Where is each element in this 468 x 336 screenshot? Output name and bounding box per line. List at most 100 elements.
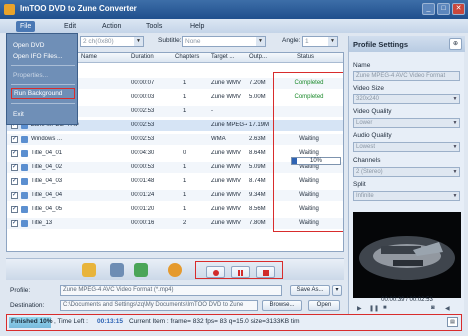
cell-target: Zune WMV	[211, 94, 242, 100]
pause-button[interactable]	[231, 266, 250, 278]
profile-dropdown-button[interactable]: ▾	[332, 285, 342, 296]
snapshot-icon[interactable]: ◙	[431, 305, 435, 311]
row-checkbox[interactable]: ✓	[11, 164, 18, 171]
volume-icon[interactable]: ◀	[445, 305, 450, 312]
save-as-button[interactable]: Save As...	[290, 285, 330, 296]
stop-preview-icon[interactable]: ■	[383, 305, 387, 311]
col-target[interactable]: Target ...	[211, 54, 234, 60]
cell-target: -	[211, 108, 213, 114]
split-select[interactable]: Infinite ▼	[353, 191, 460, 201]
cell-target: Zune WMV	[211, 178, 242, 184]
clip-icon[interactable]	[168, 263, 182, 277]
cell-target: WMA	[211, 136, 226, 142]
video-quality-select[interactable]: Lower ▼	[353, 118, 460, 128]
angle-select[interactable]: 1 ▼	[302, 36, 338, 47]
preview-controls: ▶ ❚❚ ■ ◙ ◀	[353, 305, 461, 314]
channels-select[interactable]: 2 (Stereo) ▼	[353, 167, 460, 177]
row-checkbox[interactable]: ✓	[11, 150, 18, 157]
col-name[interactable]: Name	[81, 54, 97, 60]
col-duration[interactable]: Duration	[131, 54, 154, 60]
col-status[interactable]: Status	[297, 54, 314, 60]
cell-name: Title_04_01	[31, 150, 63, 156]
menu-open-dvd[interactable]: Open DVD	[11, 40, 75, 51]
row-checkbox[interactable]: ✓	[11, 178, 18, 185]
subtitle-value: None	[185, 38, 201, 45]
menu-run-background[interactable]: Run Background	[11, 88, 75, 99]
profile-settings-panel: Profile Settings ⊕ Name Zune MPEG-4 AVC …	[348, 36, 465, 314]
menu-separator	[11, 84, 75, 85]
cell-chapters: 1	[183, 164, 187, 170]
cell-chapters: 2	[183, 220, 187, 226]
file-icon	[21, 136, 28, 143]
open-folder-button[interactable]: Open	[308, 300, 340, 311]
video-size-value: 320x240	[356, 96, 380, 102]
cell-duration: 00:02:53	[131, 108, 155, 114]
angle-value: 1	[305, 38, 309, 45]
row-checkbox[interactable]: ✓	[11, 192, 18, 199]
destination-field[interactable]: C:\Documents and Settings\zq\My Document…	[60, 300, 258, 311]
file-icon	[21, 164, 28, 171]
cell-chapters: 0	[183, 150, 187, 156]
title-bar: ImTOO DVD to Zune Converter _ □ ✕	[0, 0, 468, 19]
add-profile-icon[interactable]	[134, 263, 148, 277]
audio-quality-select[interactable]: Lowest ▼	[353, 142, 460, 152]
cell-output: 5.09M	[249, 164, 266, 170]
cell-name: Title_13	[31, 220, 53, 226]
current-item-info: Current Item : frame= 832 fps= 83 q=15.0…	[129, 318, 300, 325]
menu-open-ifo[interactable]: Open IFO Files...	[11, 51, 75, 62]
add-folder-icon[interactable]	[82, 263, 96, 277]
close-button[interactable]: ✕	[452, 3, 465, 15]
profile-row: Profile: Zune MPEG-4 AVC Video Format (*…	[6, 284, 344, 297]
menu-bar: File Edit Action Tools Help	[0, 19, 468, 33]
menu-exit[interactable]: Exit	[11, 109, 75, 120]
menu-tools[interactable]: Tools	[142, 21, 166, 32]
expand-icon[interactable]: ⊕	[449, 38, 462, 50]
cell-duration: 00:04:30	[131, 150, 155, 156]
play-icon[interactable]: ▶	[357, 305, 362, 312]
cell-name: Title_04_03	[31, 178, 63, 184]
audio-track-select[interactable]: 2 ch(0x80) ▼	[80, 36, 144, 47]
row-checkbox[interactable]: ✓	[11, 136, 18, 143]
record-icon	[213, 270, 219, 276]
cell-chapters: 1	[183, 80, 187, 86]
video-size-select[interactable]: 320x240 ▼	[353, 94, 460, 104]
cell-target: Zune WMV	[211, 150, 242, 156]
file-icon	[21, 206, 28, 213]
start-button[interactable]	[206, 266, 225, 278]
stop-button[interactable]	[256, 266, 275, 278]
profile-select[interactable]: Zune MPEG-4 AVC Video Format (*.mp4)	[60, 285, 282, 296]
menu-file[interactable]: File	[16, 21, 36, 32]
browse-button[interactable]: Browse...	[262, 300, 302, 311]
cell-duration: 00:00:53	[131, 164, 155, 170]
menu-help[interactable]: Help	[186, 21, 208, 32]
video-quality-label: Video Quality	[353, 108, 392, 115]
status-highlight	[273, 72, 343, 232]
status-bar: Finished 10% , Time Left : 00:13:15 Curr…	[6, 314, 462, 331]
log-icon[interactable]: ▤	[447, 317, 458, 327]
minimize-button[interactable]: _	[422, 3, 435, 15]
col-output[interactable]: Outp...	[249, 54, 267, 60]
row-checkbox[interactable]: ✓	[11, 220, 18, 227]
cell-chapters: 1	[183, 108, 187, 114]
menu-edit[interactable]: Edit	[60, 21, 80, 32]
video-size-label: Video Size	[353, 85, 384, 92]
destination-label: Destination:	[10, 302, 45, 309]
audio-quality-value: Lowest	[356, 144, 376, 150]
time-left-label: , Time Left :	[54, 318, 88, 325]
cell-output: 7.20M	[249, 80, 266, 86]
settings-icon[interactable]	[110, 263, 124, 277]
cell-output: 17.19M	[249, 122, 270, 128]
profile-label: Profile:	[10, 287, 31, 294]
maximize-button[interactable]: □	[437, 3, 450, 15]
cell-duration: 00:01:48	[131, 178, 155, 184]
cell-name: Windows ...	[31, 136, 63, 142]
subtitle-select[interactable]: None ▼	[182, 36, 266, 47]
row-checkbox[interactable]: ✓	[11, 206, 18, 213]
name-field[interactable]: Zune MPEG-4 AVC Video Format	[353, 71, 460, 81]
pause-preview-icon[interactable]: ❚❚	[369, 305, 379, 312]
menu-action[interactable]: Action	[98, 21, 125, 32]
col-chapters[interactable]: Chapters	[175, 54, 199, 60]
menu-properties[interactable]: Properties...	[11, 70, 75, 81]
finished-percent: Finished 10%	[11, 318, 53, 325]
audio-quality-label: Audio Quality	[353, 132, 392, 139]
